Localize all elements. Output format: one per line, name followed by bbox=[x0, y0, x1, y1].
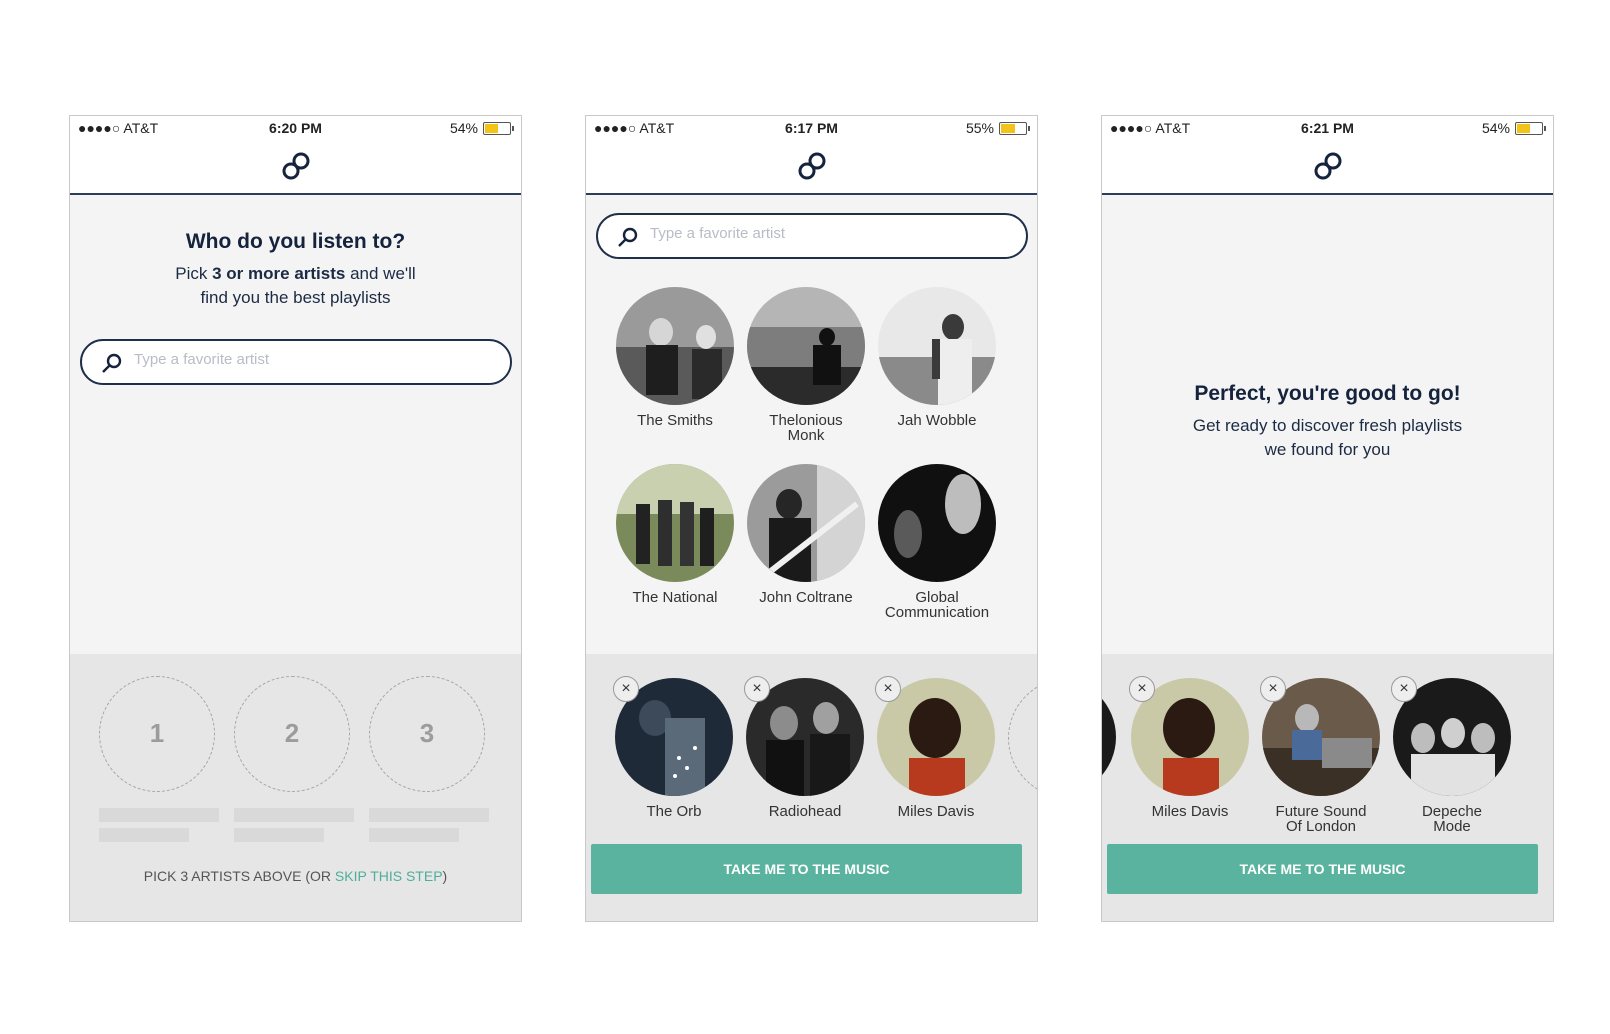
status-bar: ●●●●○ AT&T 6:21 PM 54% bbox=[1102, 116, 1553, 140]
take-me-to-music-button[interactable]: TAKE ME TO THE MUSIC bbox=[1107, 844, 1538, 894]
artist-card[interactable]: Global Communication bbox=[878, 464, 996, 620]
artist-name: Thelonious Monk bbox=[769, 412, 843, 444]
magnifier-icon bbox=[102, 353, 122, 373]
infinity-link-icon bbox=[1314, 152, 1341, 180]
search-input[interactable] bbox=[132, 350, 436, 369]
battery-icon bbox=[1515, 121, 1546, 135]
selected-artist: × Radiohead bbox=[744, 676, 864, 820]
subtitle-line1: Pick 3 or more artists and we'll bbox=[175, 264, 416, 283]
artist-name: Depeche Mode bbox=[1421, 803, 1483, 835]
artist-name: Future Sound Of London bbox=[1275, 803, 1367, 835]
artist-name: John Coltrane bbox=[759, 589, 853, 606]
artist-card[interactable]: Thelonious Monk bbox=[747, 287, 865, 443]
artist-photo bbox=[616, 464, 734, 582]
status-bar: ●●●●○ AT&T 6:20 PM 54% bbox=[70, 116, 521, 140]
artist-card[interactable]: Jah Wobble bbox=[878, 287, 996, 428]
selected-artist: × Depeche Mode bbox=[1391, 676, 1511, 835]
screen-artist-intro: ●●●●○ AT&T 6:20 PM 54% Who do you listen… bbox=[69, 115, 522, 922]
subtitle-line2: we found for you bbox=[1264, 440, 1391, 459]
selected-artist: × Miles Davis bbox=[875, 676, 995, 820]
search-field[interactable] bbox=[80, 339, 512, 385]
screen-ready: ●●●●○ AT&T 6:21 PM 54% Perfect, you're g… bbox=[1101, 115, 1554, 922]
screen-artist-picker: ●●●●○ AT&T 6:17 PM 55% The Smiths Thelon… bbox=[585, 115, 1038, 922]
battery-icon bbox=[999, 121, 1030, 135]
placeholder-bar bbox=[99, 808, 219, 822]
artist-name: The National bbox=[632, 589, 718, 606]
infinity-link-icon bbox=[282, 152, 309, 180]
selected-artist: × Future Sound Of London bbox=[1260, 676, 1380, 835]
infinity-link-icon bbox=[798, 152, 825, 180]
empty-slot: 3 bbox=[369, 676, 485, 792]
artist-name: Miles Davis bbox=[1151, 803, 1229, 820]
battery-icon bbox=[483, 121, 514, 135]
artist-card[interactable]: John Coltrane bbox=[747, 464, 865, 605]
status-bar: ●●●●○ AT&T 6:17 PM 55% bbox=[586, 116, 1037, 140]
remove-artist-button[interactable]: × bbox=[1260, 676, 1286, 702]
app-header bbox=[1102, 140, 1553, 195]
artist-name: Miles Davis bbox=[897, 803, 975, 820]
empty-slot bbox=[1008, 678, 1037, 798]
remove-artist-button[interactable]: × bbox=[744, 676, 770, 702]
subtitle-line1: Get ready to discover fresh playlists bbox=[1192, 416, 1463, 435]
artist-photo bbox=[878, 287, 996, 405]
artist-photo bbox=[747, 464, 865, 582]
page-title: Who do you listen to? bbox=[185, 230, 406, 253]
artist-name: Radiohead bbox=[768, 803, 842, 820]
remove-artist-button[interactable]: × bbox=[613, 676, 639, 702]
magnifier-icon bbox=[618, 227, 638, 247]
page-title: Perfect, you're good to go! bbox=[1194, 382, 1461, 405]
search-input[interactable] bbox=[648, 224, 952, 243]
battery-percent: 54% bbox=[449, 120, 478, 136]
placeholder-bar bbox=[234, 808, 354, 822]
take-me-to-music-button[interactable]: TAKE ME TO THE MUSIC bbox=[591, 844, 1022, 894]
search-field[interactable] bbox=[596, 213, 1028, 259]
battery-percent: 55% bbox=[965, 120, 994, 136]
skip-step-link[interactable]: SKIP THIS STEP bbox=[335, 868, 443, 884]
pick-instruction: PICK 3 ARTISTS ABOVE (OR SKIP THIS STEP) bbox=[143, 868, 448, 884]
artist-photo bbox=[747, 287, 865, 405]
selected-artist: × Miles Davis bbox=[1129, 676, 1249, 820]
remove-artist-button[interactable]: × bbox=[1129, 676, 1155, 702]
empty-slot: 1 bbox=[99, 676, 215, 792]
battery-percent: 54% bbox=[1481, 120, 1510, 136]
placeholder-bar bbox=[369, 808, 489, 822]
artist-card[interactable]: The Smiths bbox=[616, 287, 734, 428]
remove-artist-button[interactable]: × bbox=[875, 676, 901, 702]
empty-slot: 2 bbox=[234, 676, 350, 792]
artist-photo bbox=[616, 287, 734, 405]
artist-photo bbox=[878, 464, 996, 582]
artist-name: The Orb bbox=[646, 803, 702, 820]
placeholder-bar bbox=[234, 828, 324, 842]
remove-artist-button[interactable]: × bbox=[1391, 676, 1417, 702]
subtitle-line2: find you the best playlists bbox=[200, 288, 391, 307]
artist-card[interactable]: The National bbox=[616, 464, 734, 605]
artist-name: Global Communication bbox=[884, 589, 990, 621]
artist-photo bbox=[1102, 678, 1116, 796]
app-header bbox=[70, 140, 521, 195]
artist-name: Jah Wobble bbox=[897, 412, 977, 429]
app-header bbox=[586, 140, 1037, 195]
artist-name: The Smiths bbox=[637, 412, 713, 429]
placeholder-bar bbox=[99, 828, 189, 842]
placeholder-bar bbox=[369, 828, 459, 842]
selected-artist: × The Orb bbox=[613, 676, 733, 820]
